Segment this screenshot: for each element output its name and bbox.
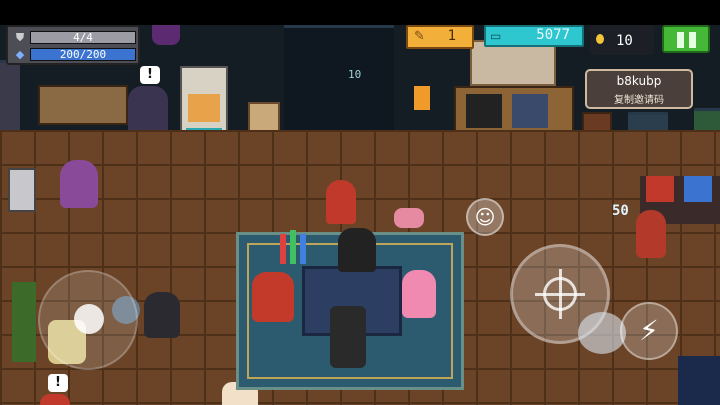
invite-code: b8kubp <box>616 74 662 88</box>
skill-button[interactable]: ⚡ <box>620 302 678 360</box>
ghost-npc[interactable] <box>144 292 180 338</box>
coin-counter: ▭ 5077 <box>484 25 584 47</box>
armor-stand-dark <box>466 94 502 128</box>
shield-value: 4/4 <box>73 31 93 44</box>
bookshelf <box>38 85 128 125</box>
emote-button[interactable]: ☺ <box>466 198 504 236</box>
coin-ticket-icon: ▭ <box>490 29 502 43</box>
blue-crate <box>678 356 720 405</box>
wall-sign: 10 <box>320 58 368 84</box>
gold-counter: 10 <box>590 25 654 55</box>
stats-panel: ⛊ 4/4 ◆ 200/200 <box>6 25 140 65</box>
smiley-icon: ☺ <box>474 205 496 229</box>
player-knight[interactable] <box>636 210 666 258</box>
gold-value: 10 <box>616 33 633 49</box>
pause-button[interactable] <box>662 25 710 53</box>
crosshair-icon <box>543 277 577 311</box>
diamond-icon: ◆ <box>15 48 25 61</box>
boss-indicator-icon <box>152 25 180 45</box>
gem-value: 1 <box>447 28 456 44</box>
shield-bar: 4/4 <box>30 31 136 44</box>
pink-hair-npc[interactable] <box>402 270 436 318</box>
weapon-rack[interactable] <box>8 168 36 212</box>
coin-value: 5077 <box>536 27 570 43</box>
potion-rack <box>276 230 312 270</box>
gold-coin-icon <box>596 34 604 44</box>
shield-icon: ⛊ <box>15 31 25 44</box>
feather-icon: ✎ <box>414 29 425 44</box>
lightning-icon: ⚡ <box>639 314 659 347</box>
pig-pet[interactable] <box>394 208 424 228</box>
shield-row: ⛊ 4/4 <box>12 30 136 45</box>
energy-row: ◆ 200/200 <box>12 47 136 62</box>
joystick-icon[interactable] <box>74 304 104 334</box>
floating-number: 50 <box>612 203 629 219</box>
red-hood-npc[interactable] <box>252 272 294 322</box>
weapon-swap-icon[interactable] <box>578 312 626 354</box>
alert-bubble-bottom: ! <box>48 374 68 392</box>
gem-counter: ✎ 1 <box>406 25 474 49</box>
energy-value: 200/200 <box>59 48 107 61</box>
spiky-hair-npc[interactable] <box>338 228 376 272</box>
energy-bar: 200/200 <box>30 48 136 61</box>
armor-stand-blue <box>512 94 548 128</box>
invite-code-button[interactable]: b8kubp 复制邀请码 <box>585 69 693 109</box>
screen-top-band <box>0 0 720 25</box>
wall-sign-text: 10 <box>348 68 362 81</box>
alert-bubble-wizard: ! <box>140 66 160 84</box>
purple-hair-npc[interactable] <box>60 160 98 208</box>
red-helmet-npc[interactable] <box>326 180 356 224</box>
pause-icon <box>677 32 684 48</box>
plant <box>12 282 36 362</box>
top-hat-npc[interactable] <box>330 306 366 368</box>
red-npc-bottom[interactable] <box>40 394 70 405</box>
lamp-post <box>414 86 430 110</box>
copy-invite-label: 复制邀请码 <box>614 95 664 106</box>
